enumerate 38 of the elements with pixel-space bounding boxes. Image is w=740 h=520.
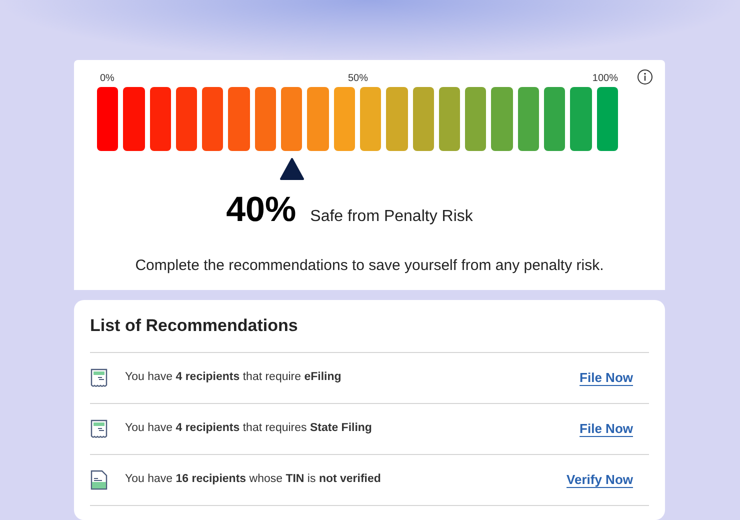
- document-icon: [90, 470, 108, 490]
- scale-label: 0%: [100, 72, 114, 86]
- scale-label: 50%: [348, 72, 368, 86]
- recommendation-text: You have 16 recipients whose TIN is not verified: [125, 472, 382, 487]
- scale-label: 100%: [592, 72, 618, 86]
- meter-segment: [202, 87, 224, 151]
- receipt-icon: [90, 418, 108, 438]
- meter-segment: [360, 87, 382, 151]
- meter-segment: [412, 87, 434, 151]
- meter-segment: [386, 87, 408, 151]
- percent-value: 40%: [226, 189, 296, 231]
- action-link[interactable]: Verify Now: [566, 470, 633, 490]
- meter-segment: [176, 87, 198, 151]
- recommendation-text: You have 4 recipients that requires State Filing: [125, 420, 373, 436]
- meter-segment: [544, 87, 566, 151]
- meter-message: Complete the recommendations to save yourself from any penalty risk.: [135, 256, 604, 276]
- meter-segment: [150, 87, 171, 151]
- recommendation-text: You have 4 recipients that require eFiling: [125, 370, 342, 385]
- meter-segment: [307, 87, 329, 151]
- meter-segment: [491, 87, 513, 151]
- action-link[interactable]: File Now: [580, 368, 633, 388]
- section-title: List of Recommendations: [90, 313, 649, 352]
- meter-segment: [97, 87, 118, 151]
- meter-segment: [438, 87, 460, 151]
- meter-segment: [596, 87, 618, 151]
- action-link[interactable]: File Now: [580, 418, 633, 438]
- meter-segment: [570, 87, 592, 151]
- meter-caption: Safe from Penalty Risk: [310, 207, 473, 227]
- meter-segment: [518, 87, 540, 151]
- meter-segment: [281, 87, 302, 151]
- meter-segment: [228, 87, 250, 151]
- receipt-icon: [90, 368, 108, 388]
- meter-segment: [254, 87, 276, 151]
- info-icon[interactable]: [637, 69, 653, 85]
- meter-segment: [123, 87, 145, 151]
- meter-segment: [465, 87, 486, 151]
- meter-segment: [334, 87, 355, 151]
- pointer-icon: [280, 158, 304, 180]
